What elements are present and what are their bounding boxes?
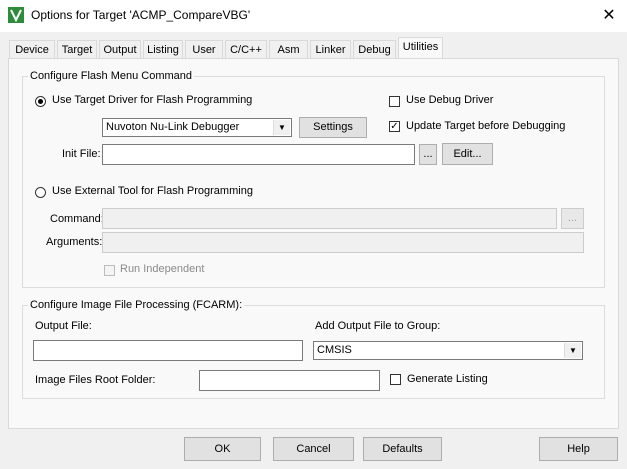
- tab-c-c-[interactable]: C/C++: [225, 40, 267, 59]
- group-select[interactable]: CMSIS ▼: [313, 341, 583, 360]
- cancel-button[interactable]: Cancel: [273, 437, 354, 461]
- use-external-tool-radio[interactable]: [35, 187, 46, 198]
- command-input[interactable]: [102, 208, 557, 229]
- init-file-input[interactable]: [102, 144, 415, 165]
- run-independent-checkbox[interactable]: [104, 265, 115, 276]
- output-file-label: Output File:: [35, 320, 92, 332]
- generate-listing-label: Generate Listing: [407, 373, 488, 385]
- tab-utilities[interactable]: Utilities: [398, 37, 443, 60]
- tab-device[interactable]: Device: [9, 40, 55, 59]
- command-browse-button[interactable]: ...: [561, 208, 584, 229]
- command-label: Command:: [50, 213, 104, 225]
- radio-selected-dot: [38, 99, 43, 104]
- close-icon[interactable]: ✕: [598, 5, 620, 27]
- image-processing-group-title: Configure Image File Processing (FCARM):: [28, 299, 245, 311]
- root-folder-input[interactable]: [199, 370, 380, 391]
- use-external-tool-label: Use External Tool for Flash Programming: [52, 185, 253, 197]
- tab-debug[interactable]: Debug: [353, 40, 396, 59]
- title-bar: Options for Target 'ACMP_CompareVBG' ✕: [0, 0, 627, 32]
- defaults-button[interactable]: Defaults: [363, 437, 442, 461]
- init-file-label: Init File:: [62, 148, 101, 160]
- flash-driver-select[interactable]: Nuvoton Nu-Link Debugger ▼: [102, 118, 292, 137]
- group-select-value: CMSIS: [317, 344, 352, 356]
- root-folder-label: Image Files Root Folder:: [35, 374, 156, 386]
- edit-button[interactable]: Edit...: [442, 143, 493, 165]
- keil-uvision-icon: [8, 7, 24, 23]
- tab-user[interactable]: User: [185, 40, 223, 59]
- flash-driver-value: Nuvoton Nu-Link Debugger: [106, 121, 240, 133]
- flash-menu-group-title: Configure Flash Menu Command: [28, 70, 195, 82]
- settings-button[interactable]: Settings: [299, 117, 367, 138]
- update-target-label: Update Target before Debugging: [406, 120, 566, 132]
- arguments-input[interactable]: [102, 232, 584, 253]
- output-file-input[interactable]: [33, 340, 303, 361]
- tab-output[interactable]: Output: [99, 40, 141, 59]
- flash-menu-group: [22, 76, 605, 288]
- window-title: Options for Target 'ACMP_CompareVBG': [31, 8, 251, 22]
- tab-target[interactable]: Target: [57, 40, 97, 59]
- arguments-label: Arguments:: [46, 236, 103, 248]
- update-target-checkbox[interactable]: ✓: [389, 121, 400, 132]
- tab-listing[interactable]: Listing: [143, 40, 183, 59]
- generate-listing-checkbox[interactable]: [390, 374, 401, 385]
- ok-button[interactable]: OK: [184, 437, 261, 461]
- run-independent-label: Run Independent: [120, 263, 205, 275]
- use-debug-driver-label: Use Debug Driver: [406, 94, 494, 106]
- help-button[interactable]: Help: [539, 437, 618, 461]
- tab-asm[interactable]: Asm: [269, 40, 308, 59]
- chevron-down-icon[interactable]: ▼: [564, 343, 581, 358]
- use-target-driver-label: Use Target Driver for Flash Programming: [52, 94, 253, 106]
- tab-linker[interactable]: Linker: [310, 40, 351, 59]
- add-output-label: Add Output File to Group:: [315, 320, 441, 332]
- chevron-down-icon[interactable]: ▼: [273, 120, 290, 135]
- init-file-browse-button[interactable]: ...: [419, 144, 437, 165]
- use-target-driver-radio[interactable]: [35, 96, 46, 107]
- use-debug-driver-checkbox[interactable]: [389, 96, 400, 107]
